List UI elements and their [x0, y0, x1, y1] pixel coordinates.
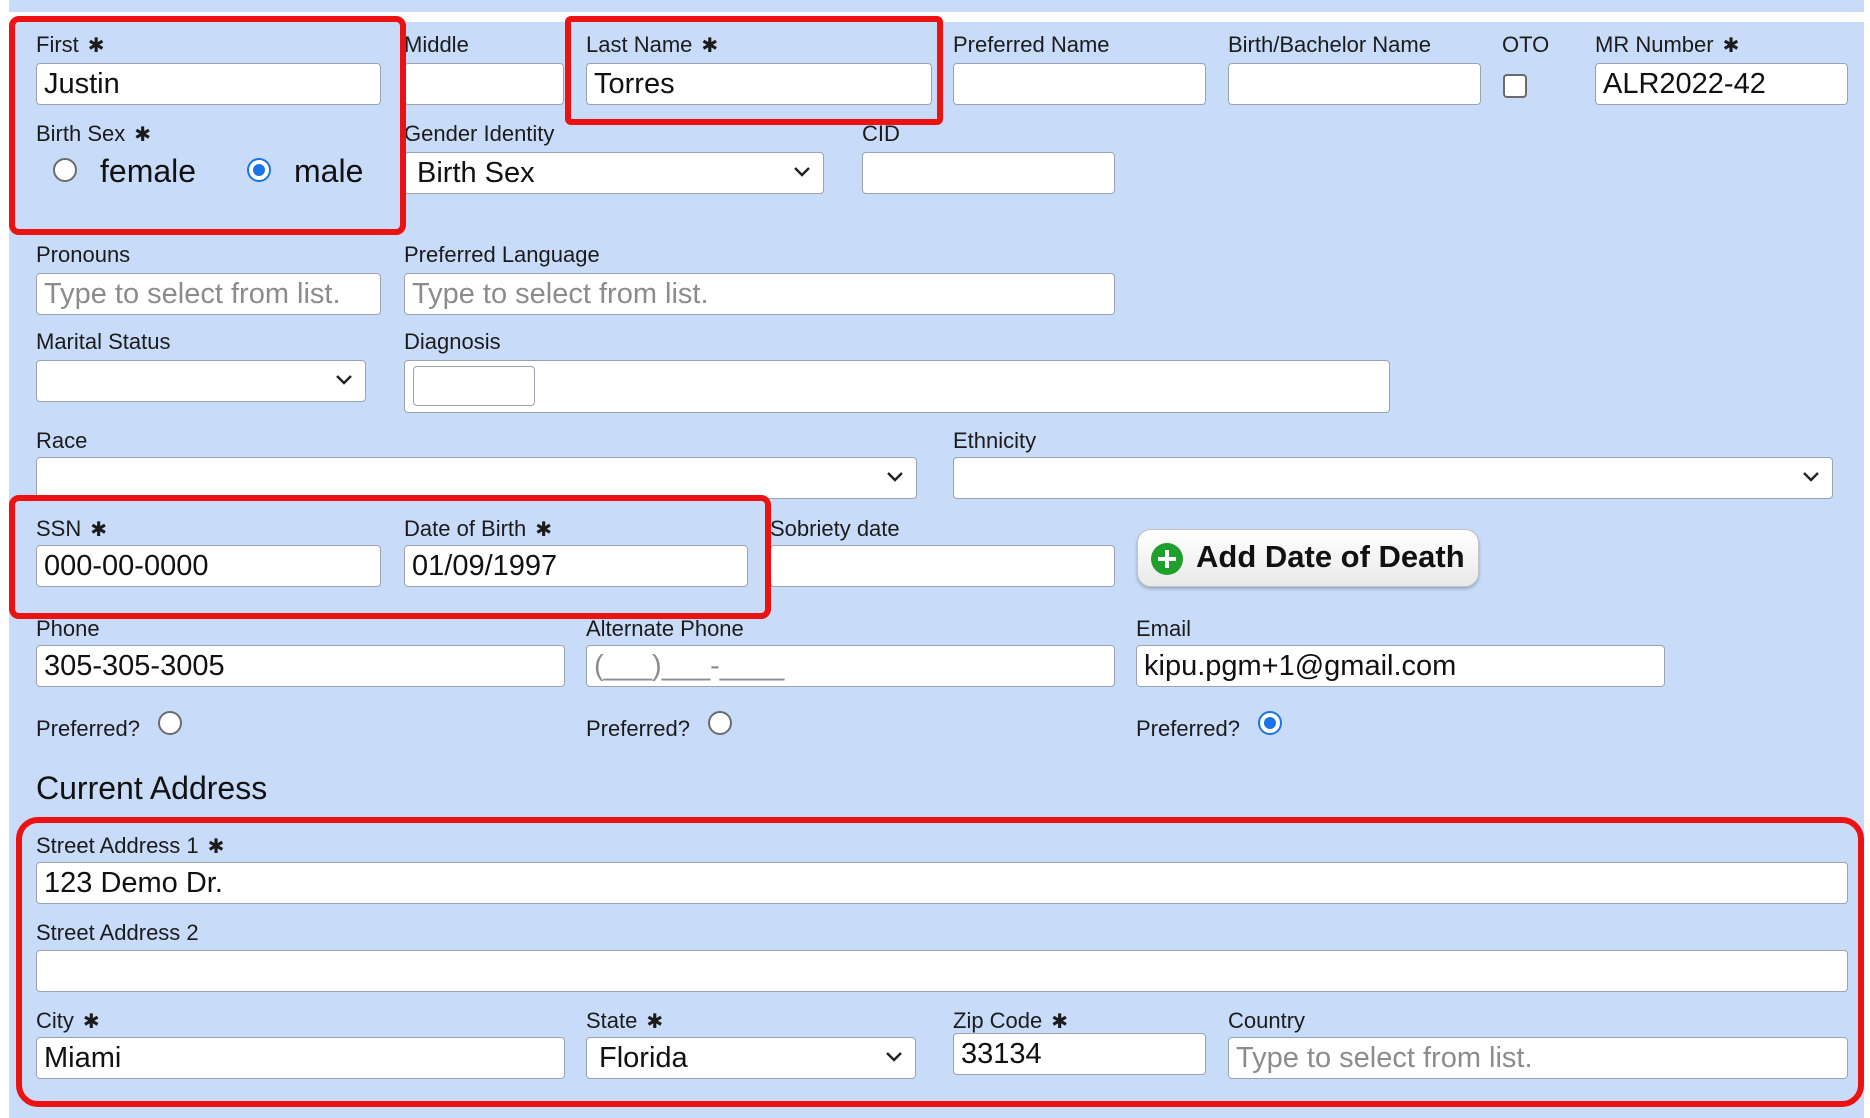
oto-label: OTO [1502, 32, 1550, 57]
cid-input[interactable] [862, 152, 1115, 194]
preferred-language-label: Preferred Language [404, 242, 600, 267]
alternate-phone-label: Alternate Phone [586, 616, 744, 641]
preferred-language-input[interactable]: Type to select from list. [404, 273, 1115, 315]
pronouns-input[interactable]: Type to select from list. [36, 273, 381, 315]
street-address-2-input[interactable] [36, 950, 1848, 992]
marital-status-label: Marital Status [36, 329, 171, 354]
alternate-phone-input[interactable]: (___)___-____ [586, 645, 1115, 687]
country-label: Country [1228, 1008, 1306, 1033]
ssn-input[interactable]: 000-00-0000 [36, 545, 381, 587]
middle-name-input[interactable] [404, 63, 564, 105]
email-preferred-label: Preferred? [1136, 716, 1240, 741]
dob-label: Date of Birth ✱ [404, 516, 553, 541]
phone-preferred-label: Preferred? [36, 716, 140, 741]
current-address-heading: Current Address [36, 770, 268, 806]
cid-label: CID [862, 121, 900, 146]
ethnicity-label: Ethnicity [953, 428, 1037, 453]
state-value: Florida [599, 1042, 688, 1074]
marital-status-select[interactable] [36, 360, 366, 402]
required-mark: ✱ [82, 1011, 100, 1033]
required-mark: ✱ [1722, 35, 1740, 57]
chevron-down-icon [886, 1052, 902, 1062]
birth-sex-male-radio[interactable] [247, 158, 271, 182]
dob-input[interactable]: 01/09/1997 [404, 545, 748, 587]
birth-sex-label: Birth Sex ✱ [36, 121, 152, 146]
last-name-label: Last Name ✱ [586, 32, 719, 57]
middle-name-label: Middle [404, 32, 469, 57]
race-label: Race [36, 428, 88, 453]
birth-sex-male-label: male [294, 153, 364, 189]
first-name-label: First ✱ [36, 32, 105, 57]
ssn-label: SSN ✱ [36, 516, 108, 541]
sobriety-date-label: Sobriety date [770, 516, 900, 541]
city-label: City ✱ [36, 1008, 100, 1033]
chevron-down-icon [794, 167, 810, 177]
chevron-down-icon [336, 375, 352, 385]
diagnosis-field[interactable] [404, 360, 1390, 413]
email-input[interactable]: kipu.pgm+1@gmail.com [1136, 645, 1665, 687]
required-mark: ✱ [90, 519, 108, 541]
preferred-name-label: Preferred Name [953, 32, 1110, 57]
pronouns-label: Pronouns [36, 242, 131, 267]
phone-input[interactable]: 305-305-3005 [36, 645, 565, 687]
required-mark: ✱ [87, 35, 105, 57]
preferred-name-input[interactable] [953, 63, 1206, 105]
street-address-1-label: Street Address 1 ✱ [36, 833, 225, 858]
gender-identity-select[interactable]: Birth Sex [404, 152, 824, 194]
add-date-of-death-button[interactable]: Add Date of Death [1137, 529, 1479, 587]
gender-identity-label: Gender Identity [404, 121, 555, 146]
last-name-input[interactable]: Torres [586, 63, 932, 105]
phone-label: Phone [36, 616, 100, 641]
mr-number-input[interactable]: ALR2022-42 [1595, 63, 1848, 105]
gender-identity-value: Birth Sex [417, 157, 535, 189]
required-mark: ✱ [701, 35, 719, 57]
first-name-input[interactable]: Justin [36, 63, 381, 105]
mr-number-label: MR Number ✱ [1595, 32, 1740, 57]
state-select[interactable]: Florida [586, 1037, 916, 1079]
required-mark: ✱ [646, 1011, 664, 1033]
required-mark: ✱ [207, 836, 225, 858]
sobriety-date-input[interactable] [770, 545, 1115, 587]
email-preferred-radio[interactable] [1258, 711, 1282, 735]
zip-code-input[interactable]: 33134 [953, 1033, 1206, 1075]
street-address-2-label: Street Address 2 [36, 920, 199, 945]
top-band [9, 0, 1864, 12]
zip-code-label: Zip Code ✱ [953, 1008, 1069, 1033]
state-label: State ✱ [586, 1008, 664, 1033]
add-date-of-death-label: Add Date of Death [1196, 539, 1465, 574]
required-mark: ✱ [134, 124, 152, 146]
birth-bachelor-name-input[interactable] [1228, 63, 1481, 105]
phone-preferred-radio[interactable] [158, 711, 182, 735]
chevron-down-icon [887, 472, 903, 482]
race-select[interactable] [36, 457, 917, 499]
required-mark: ✱ [535, 519, 553, 541]
plus-circle-icon [1151, 543, 1183, 575]
alternate-phone-preferred-radio[interactable] [708, 711, 732, 735]
diagnosis-label: Diagnosis [404, 329, 501, 354]
city-input[interactable]: Miami [36, 1037, 565, 1079]
birth-bachelor-name-label: Birth/Bachelor Name [1228, 32, 1431, 57]
street-address-1-input[interactable]: 123 Demo Dr. [36, 862, 1848, 904]
chevron-down-icon [1803, 472, 1819, 482]
oto-checkbox[interactable] [1503, 74, 1527, 98]
country-input[interactable]: Type to select from list. [1228, 1037, 1848, 1079]
alternate-phone-preferred-label: Preferred? [586, 716, 690, 741]
email-label: Email [1136, 616, 1192, 641]
birth-sex-female-label: female [100, 153, 197, 189]
diagnosis-input[interactable] [413, 366, 535, 406]
ethnicity-select[interactable] [953, 457, 1833, 499]
required-mark: ✱ [1051, 1011, 1069, 1033]
birth-sex-female-radio[interactable] [53, 158, 77, 182]
